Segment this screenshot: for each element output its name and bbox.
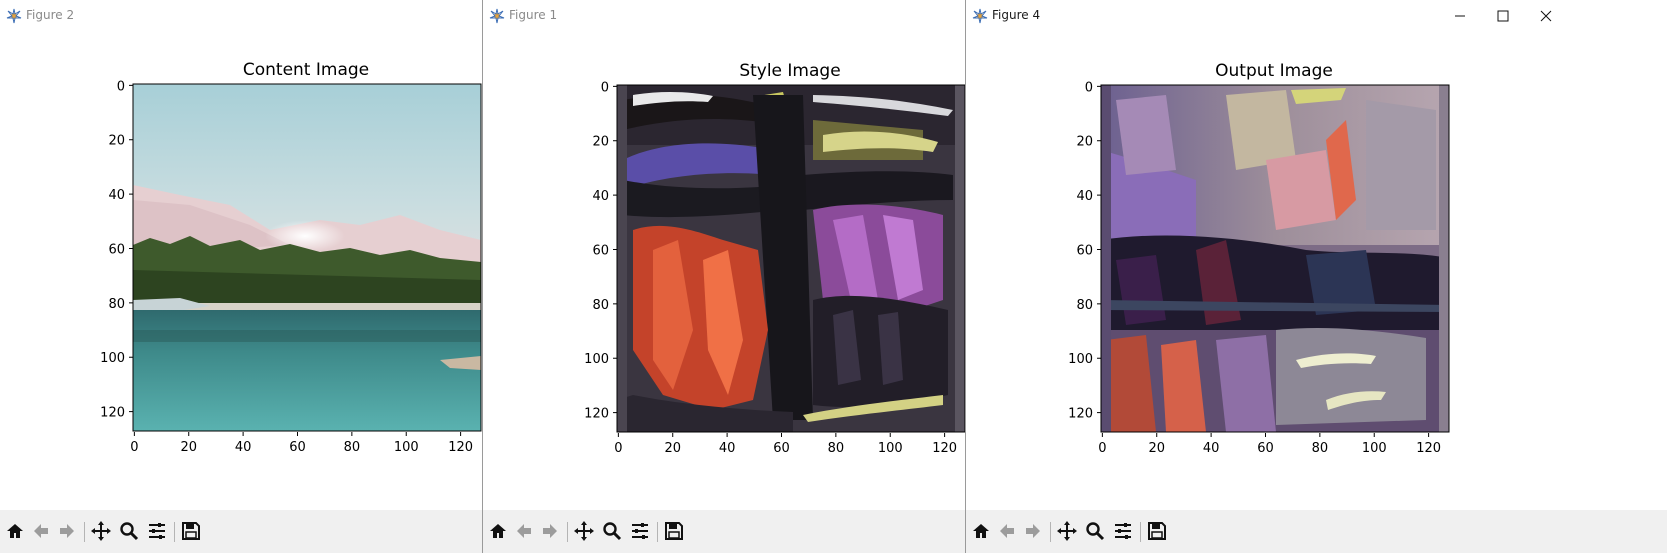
x-tick-label: 20	[180, 440, 197, 455]
x-tick-label: 20	[1148, 441, 1165, 456]
forward-arrow-icon[interactable]	[54, 518, 80, 544]
x-tick-label: 0	[130, 440, 138, 455]
x-tick-label: 100	[394, 440, 419, 455]
y-tick-label: 60	[1076, 243, 1093, 258]
back-arrow-icon[interactable]	[28, 518, 54, 544]
x-tick-label: 40	[235, 440, 252, 455]
x-tick-label: 60	[773, 441, 790, 456]
y-tick-label: 0	[1085, 80, 1093, 95]
navigation-toolbar	[483, 510, 966, 553]
y-tick-label: 40	[592, 189, 609, 204]
pan-move-icon[interactable]	[88, 518, 114, 544]
save-disk-icon[interactable]	[1144, 518, 1170, 544]
x-axis: 0 20 40 60 80 100 120	[130, 432, 473, 455]
x-tick-label: 80	[344, 440, 361, 455]
y-tick-label: 20	[1076, 135, 1093, 150]
x-axis: 0 20 40 60 80 100 120	[614, 433, 957, 456]
configure-subplots-icon[interactable]	[627, 518, 653, 544]
pan-move-icon[interactable]	[1054, 518, 1080, 544]
x-tick-label: 20	[664, 441, 681, 456]
x-tick-label: 0	[614, 441, 622, 456]
toolbar-separator	[567, 522, 568, 542]
back-arrow-icon[interactable]	[994, 518, 1020, 544]
y-tick-label: 120	[584, 407, 609, 422]
y-tick-label: 0	[601, 80, 609, 95]
y-tick-label: 40	[1076, 189, 1093, 204]
figure-window-content: Figure 2 Content Image 0 20 40 60 80 100…	[0, 0, 483, 553]
x-tick-label: 100	[878, 441, 903, 456]
pan-move-icon[interactable]	[571, 518, 597, 544]
toolbar-separator	[84, 522, 85, 542]
x-tick-label: 120	[932, 441, 957, 456]
y-tick-label: 100	[100, 351, 125, 366]
toolbar-separator	[1050, 522, 1051, 542]
y-tick-label: 20	[592, 135, 609, 150]
y-tick-label: 0	[117, 79, 125, 94]
y-tick-label: 100	[1068, 352, 1093, 367]
home-icon[interactable]	[2, 518, 28, 544]
y-axis: 0 20 40 60 80 100 120	[100, 79, 133, 421]
y-tick-label: 120	[100, 406, 125, 421]
navigation-toolbar	[966, 510, 1667, 553]
y-axis: 0 20 40 60 80 100 120	[1068, 80, 1101, 422]
y-tick-label: 80	[1076, 298, 1093, 313]
toolbar-separator	[657, 522, 658, 542]
y-axis: 0 20 40 60 80 100 120	[584, 80, 617, 422]
y-tick-label: 80	[592, 298, 609, 313]
x-tick-label: 60	[289, 440, 306, 455]
image-axes[interactable]: 0 20 40 60 80 100 120 0 20 40 60 80 100 120	[966, 0, 1667, 510]
forward-arrow-icon[interactable]	[1020, 518, 1046, 544]
x-tick-label: 80	[828, 441, 845, 456]
y-tick-label: 120	[1068, 407, 1093, 422]
figure-window-style: Figure 1 Style Image 0 20 40 60 80 100 1…	[483, 0, 966, 553]
image-axes[interactable]: 0 20 40 60 80 100 120 0 20 40 60 80 100 120	[0, 0, 483, 510]
x-tick-label: 0	[1098, 441, 1106, 456]
y-tick-label: 20	[108, 134, 125, 149]
configure-subplots-icon[interactable]	[144, 518, 170, 544]
x-axis: 0 20 40 60 80 100 120	[1098, 433, 1441, 456]
output-image	[1101, 85, 1449, 432]
x-tick-label: 60	[1257, 441, 1274, 456]
x-tick-label: 100	[1362, 441, 1387, 456]
x-tick-label: 40	[719, 441, 736, 456]
home-icon[interactable]	[968, 518, 994, 544]
x-tick-label: 40	[1203, 441, 1220, 456]
x-tick-label: 80	[1312, 441, 1329, 456]
y-tick-label: 100	[584, 352, 609, 367]
back-arrow-icon[interactable]	[511, 518, 537, 544]
toolbar-separator	[174, 522, 175, 542]
zoom-magnifier-icon[interactable]	[1082, 518, 1108, 544]
y-tick-label: 60	[592, 243, 609, 258]
x-tick-label: 120	[448, 440, 473, 455]
image-axes[interactable]: 0 20 40 60 80 100 120 0 20 40 60 80 100 120	[483, 0, 966, 510]
x-tick-label: 120	[1416, 441, 1441, 456]
forward-arrow-icon[interactable]	[537, 518, 563, 544]
toolbar-separator	[1140, 522, 1141, 542]
configure-subplots-icon[interactable]	[1110, 518, 1136, 544]
save-disk-icon[interactable]	[661, 518, 687, 544]
home-icon[interactable]	[485, 518, 511, 544]
y-tick-label: 60	[108, 242, 125, 257]
y-tick-label: 40	[108, 188, 125, 203]
style-image	[617, 85, 965, 432]
content-image	[133, 84, 481, 431]
figure-window-output: Figure 4 Output Image 0 20 40 60 80 100 …	[966, 0, 1667, 553]
navigation-toolbar	[0, 510, 483, 553]
save-disk-icon[interactable]	[178, 518, 204, 544]
zoom-magnifier-icon[interactable]	[599, 518, 625, 544]
y-tick-label: 80	[108, 297, 125, 312]
zoom-magnifier-icon[interactable]	[116, 518, 142, 544]
